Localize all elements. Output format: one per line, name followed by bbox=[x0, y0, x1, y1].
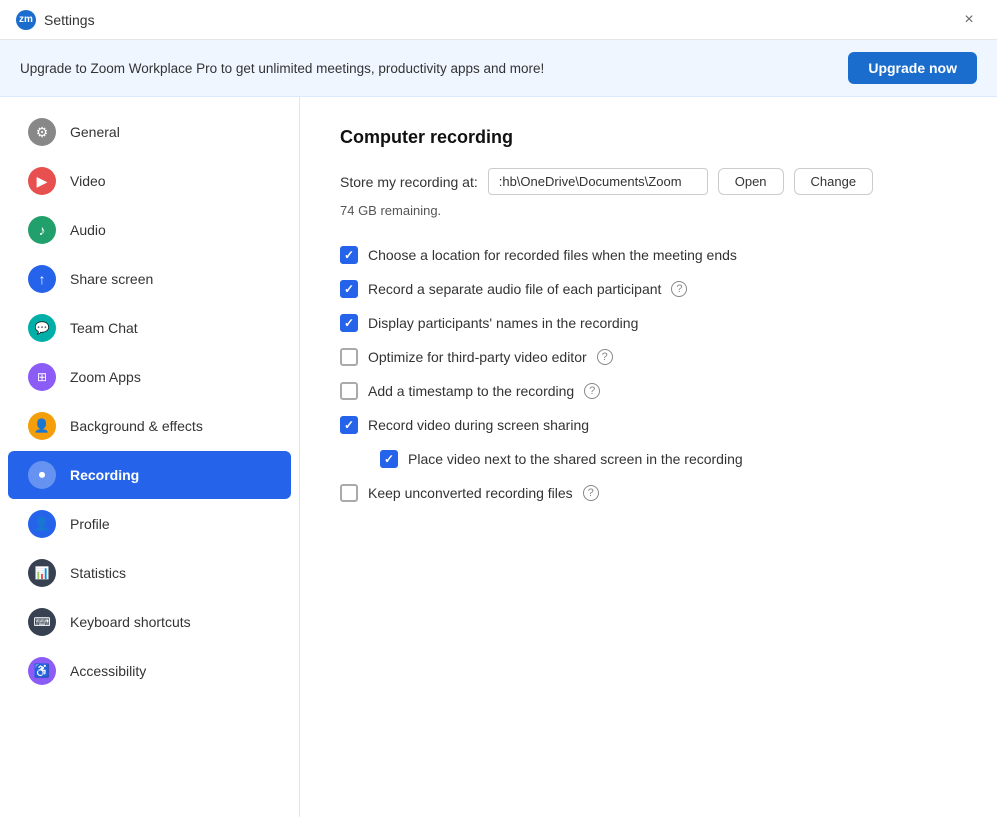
sidebar-item-label: Audio bbox=[70, 222, 106, 238]
option-separate-audio: Record a separate audio file of each par… bbox=[340, 272, 957, 306]
sidebar-item-background-effects[interactable]: 👤 Background & effects bbox=[8, 402, 291, 450]
audio-icon: ♪ bbox=[28, 216, 56, 244]
help-icon-keep-unconverted[interactable]: ? bbox=[583, 485, 599, 501]
store-label: Store my recording at: bbox=[340, 174, 478, 190]
option-optimize-editor: Optimize for third-party video editor ? bbox=[340, 340, 957, 374]
change-button[interactable]: Change bbox=[794, 168, 874, 195]
store-path-row: Store my recording at: Open Change bbox=[340, 168, 957, 195]
team-chat-icon: 💬 bbox=[28, 314, 56, 342]
sidebar-item-label: General bbox=[70, 124, 120, 140]
background-effects-icon: 👤 bbox=[28, 412, 56, 440]
open-button[interactable]: Open bbox=[718, 168, 784, 195]
checkbox-place-video-next[interactable] bbox=[380, 450, 398, 468]
option-display-names: Display participants' names in the recor… bbox=[340, 306, 957, 340]
close-button[interactable]: × bbox=[957, 8, 981, 32]
upgrade-banner: Upgrade to Zoom Workplace Pro to get unl… bbox=[0, 40, 997, 97]
help-icon-separate-audio[interactable]: ? bbox=[671, 281, 687, 297]
sidebar-item-audio[interactable]: ♪ Audio bbox=[8, 206, 291, 254]
sidebar-item-general[interactable]: ⚙ General bbox=[8, 108, 291, 156]
banner-text: Upgrade to Zoom Workplace Pro to get unl… bbox=[20, 61, 544, 76]
help-icon-add-timestamp[interactable]: ? bbox=[584, 383, 600, 399]
recording-icon: ⏺ bbox=[28, 461, 56, 489]
option-label-keep-unconverted: Keep unconverted recording files bbox=[368, 485, 573, 501]
path-input[interactable] bbox=[488, 168, 708, 195]
option-label-optimize-editor: Optimize for third-party video editor bbox=[368, 349, 587, 365]
sidebar-item-accessibility[interactable]: ♿ Accessibility bbox=[8, 647, 291, 695]
option-label-add-timestamp: Add a timestamp to the recording bbox=[368, 383, 574, 399]
option-label-place-video-next: Place video next to the shared screen in… bbox=[408, 451, 743, 467]
option-add-timestamp: Add a timestamp to the recording ? bbox=[340, 374, 957, 408]
option-label-record-screen-sharing: Record video during screen sharing bbox=[368, 417, 589, 433]
main-layout: ⚙ General ▶ Video ♪ Audio ↑ Share screen… bbox=[0, 97, 997, 817]
sidebar-item-label: Keyboard shortcuts bbox=[70, 614, 191, 630]
content-area: Computer recording Store my recording at… bbox=[300, 97, 997, 817]
sidebar: ⚙ General ▶ Video ♪ Audio ↑ Share screen… bbox=[0, 97, 300, 817]
sidebar-item-team-chat[interactable]: 💬 Team Chat bbox=[8, 304, 291, 352]
sidebar-item-label: Profile bbox=[70, 516, 110, 532]
option-place-video-next: Place video next to the shared screen in… bbox=[340, 442, 957, 476]
sidebar-item-label: Accessibility bbox=[70, 663, 146, 679]
sidebar-item-statistics[interactable]: 📊 Statistics bbox=[8, 549, 291, 597]
sidebar-item-label: Video bbox=[70, 173, 106, 189]
zoom-logo: zm bbox=[16, 10, 36, 30]
option-keep-unconverted: Keep unconverted recording files ? bbox=[340, 476, 957, 510]
sidebar-item-zoom-apps[interactable]: ⊞ Zoom Apps bbox=[8, 353, 291, 401]
video-icon: ▶ bbox=[28, 167, 56, 195]
checkbox-optimize-editor[interactable] bbox=[340, 348, 358, 366]
checkbox-keep-unconverted[interactable] bbox=[340, 484, 358, 502]
sidebar-item-label: Zoom Apps bbox=[70, 369, 141, 385]
sidebar-item-recording[interactable]: ⏺ Recording bbox=[8, 451, 291, 499]
title-bar-left: zm Settings bbox=[16, 10, 95, 30]
upgrade-now-button[interactable]: Upgrade now bbox=[848, 52, 977, 84]
sidebar-item-label: Background & effects bbox=[70, 418, 203, 434]
zoom-apps-icon: ⊞ bbox=[28, 363, 56, 391]
sidebar-item-label: Share screen bbox=[70, 271, 153, 287]
keyboard-shortcuts-icon: ⌨ bbox=[28, 608, 56, 636]
general-icon: ⚙ bbox=[28, 118, 56, 146]
statistics-icon: 📊 bbox=[28, 559, 56, 587]
window-title: Settings bbox=[44, 12, 95, 28]
sidebar-item-label: Statistics bbox=[70, 565, 126, 581]
checkbox-separate-audio[interactable] bbox=[340, 280, 358, 298]
option-choose-location: Choose a location for recorded files whe… bbox=[340, 238, 957, 272]
share-screen-icon: ↑ bbox=[28, 265, 56, 293]
remaining-text: 74 GB remaining. bbox=[340, 203, 957, 218]
option-label-choose-location: Choose a location for recorded files whe… bbox=[368, 247, 737, 263]
sidebar-item-share-screen[interactable]: ↑ Share screen bbox=[8, 255, 291, 303]
sidebar-item-profile[interactable]: 👤 Profile bbox=[8, 500, 291, 548]
option-label-display-names: Display participants' names in the recor… bbox=[368, 315, 638, 331]
sidebar-item-label: Recording bbox=[70, 467, 139, 483]
section-title: Computer recording bbox=[340, 127, 957, 148]
title-bar: zm Settings × bbox=[0, 0, 997, 40]
options-list: Choose a location for recorded files whe… bbox=[340, 238, 957, 510]
checkbox-display-names[interactable] bbox=[340, 314, 358, 332]
accessibility-icon: ♿ bbox=[28, 657, 56, 685]
sidebar-item-video[interactable]: ▶ Video bbox=[8, 157, 291, 205]
sidebar-item-keyboard-shortcuts[interactable]: ⌨ Keyboard shortcuts bbox=[8, 598, 291, 646]
checkbox-choose-location[interactable] bbox=[340, 246, 358, 264]
profile-icon: 👤 bbox=[28, 510, 56, 538]
checkbox-add-timestamp[interactable] bbox=[340, 382, 358, 400]
option-record-screen-sharing: Record video during screen sharing bbox=[340, 408, 957, 442]
help-icon-optimize-editor[interactable]: ? bbox=[597, 349, 613, 365]
option-label-separate-audio: Record a separate audio file of each par… bbox=[368, 281, 661, 297]
sidebar-item-label: Team Chat bbox=[70, 320, 138, 336]
checkbox-record-screen-sharing[interactable] bbox=[340, 416, 358, 434]
